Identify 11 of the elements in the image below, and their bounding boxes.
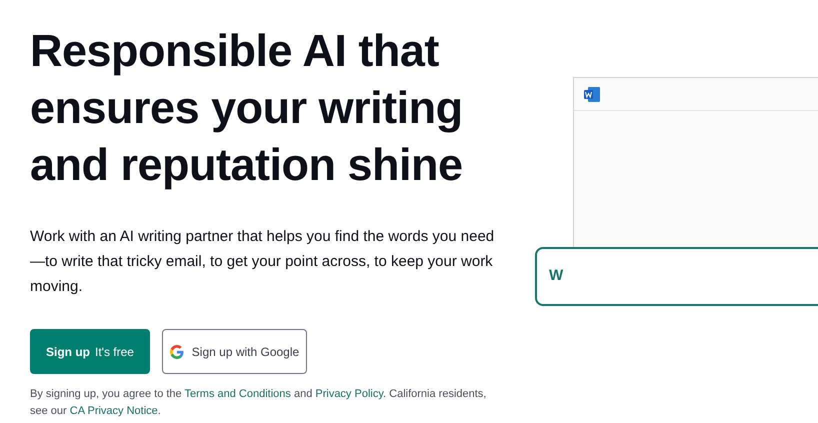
legal-link[interactable]: CA Privacy Notice <box>70 405 158 417</box>
intro-paragraph: Work with an AI writing partner that helps you find the words you need—to write that tricky email, to get your point across, to keep your work moving. <box>30 227 496 297</box>
headline: Responsible AI that ensures your writing and reputation shine <box>30 24 464 192</box>
legal-notice: By signing up, you agree to the Terms and Conditions and Privacy Policy. California residents, see our CA Privacy Notice. <box>30 387 488 419</box>
document-app-icon <box>584 86 600 102</box>
google-icon <box>170 344 184 358</box>
typed-text: W <box>549 266 564 286</box>
legal-link[interactable]: Terms and Conditions <box>184 388 291 400</box>
legal-link[interactable]: Privacy Policy <box>315 388 384 400</box>
sign-up-button[interactable]: Sign up It's free <box>30 329 150 374</box>
google-sign-up-button[interactable]: Sign up with Google <box>162 329 307 374</box>
